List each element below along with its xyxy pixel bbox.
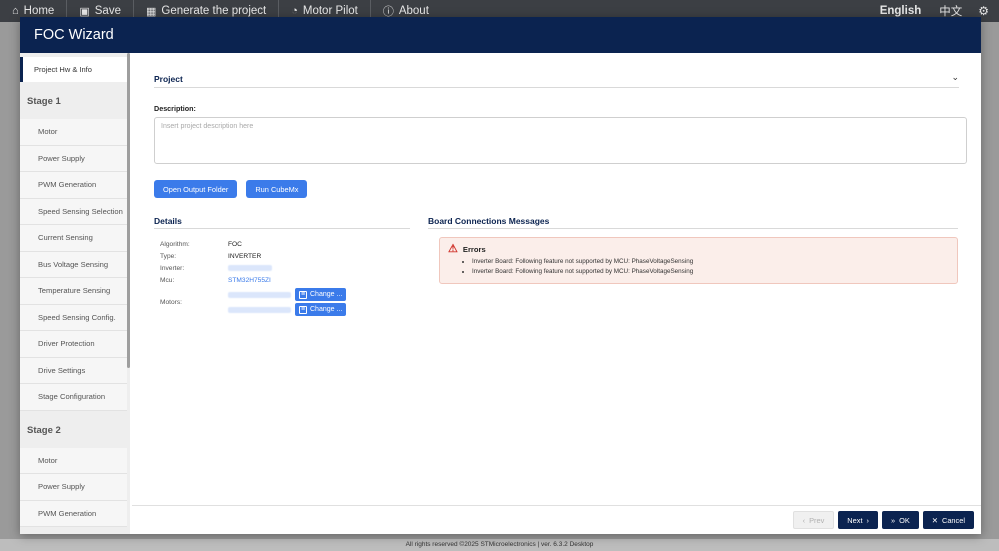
inverter-value-redacted[interactable] bbox=[228, 265, 272, 271]
gauge-icon: ◔ bbox=[291, 5, 298, 17]
sidebar-item-stage1-pwm-generation[interactable]: PWM Generation bbox=[20, 172, 127, 199]
sidebar-item-stage1-motor[interactable]: Motor bbox=[20, 119, 127, 146]
description-label: Description: bbox=[154, 104, 196, 113]
close-icon: ✕ bbox=[931, 515, 938, 525]
algorithm-label: Algorithm: bbox=[160, 240, 190, 248]
list-icon: ≡ bbox=[299, 305, 307, 314]
detail-row-inverter: Inverter: bbox=[160, 262, 410, 274]
gear-icon[interactable]: ⚙ bbox=[972, 4, 999, 18]
errors-title: Errors bbox=[462, 244, 486, 254]
generate-label: Generate the project bbox=[161, 5, 267, 17]
change-motor1-button[interactable]: ≡ Change ... bbox=[295, 288, 347, 301]
ok-label: OK bbox=[899, 515, 910, 525]
save-label: Save bbox=[94, 5, 121, 17]
description-textarea[interactable] bbox=[154, 117, 967, 164]
sidebar-item-stage1-temperature-sensing[interactable]: Temperature Sensing bbox=[20, 278, 127, 305]
errors-box: ⚠ Errors Inverter Board: Following featu… bbox=[439, 237, 958, 284]
cancel-label: Cancel bbox=[941, 515, 965, 525]
detail-row-algorithm: Algorithm: FOC bbox=[160, 238, 410, 250]
generate-icon: ▦ bbox=[145, 5, 157, 18]
sidebar-scrollbar[interactable] bbox=[127, 53, 130, 368]
stage2-title: Stage 2 bbox=[27, 424, 61, 436]
detail-row-type: Type: INVERTER bbox=[160, 250, 410, 262]
project-section-title: Project bbox=[154, 74, 183, 84]
type-label: Type: bbox=[160, 252, 177, 260]
next-label: Next bbox=[847, 515, 863, 525]
home-label: Home bbox=[23, 5, 55, 17]
sidebar-item-stage1-current-sensing[interactable]: Current Sensing bbox=[20, 225, 127, 252]
errors-header: ⚠ Errors bbox=[448, 243, 949, 255]
about-label: About bbox=[398, 5, 429, 17]
inverter-label: Inverter: bbox=[160, 264, 185, 272]
sidebar-item-project-hw-info[interactable]: Project Hw & Info bbox=[20, 57, 127, 82]
sidebar-item-stage1-speed-sensing-config[interactable]: Speed Sensing Config. bbox=[20, 304, 127, 331]
errors-list: Inverter Board: Following feature not su… bbox=[448, 257, 949, 277]
project-actions: Open Output Folder Run CubeMx bbox=[154, 180, 959, 198]
sidebar-item-stage1-bus-voltage-sensing[interactable]: Bus Voltage Sensing bbox=[20, 251, 127, 278]
wizard-footer-bar: ‹ Prev Next › » OK ✕ Cancel bbox=[132, 505, 981, 534]
save-icon: ▣ bbox=[79, 5, 90, 18]
chevron-left-icon: ‹ bbox=[802, 515, 806, 525]
sidebar-item-stage1-driver-protection[interactable]: Driver Protection bbox=[20, 331, 127, 358]
motor-row: ≡ Change ... bbox=[228, 288, 347, 301]
motor1-value-redacted[interactable] bbox=[228, 291, 291, 298]
dialog-title: FOC Wizard bbox=[20, 17, 981, 53]
detail-row-motors: Motors: ≡ Change ... ≡ Change ... bbox=[160, 288, 410, 316]
error-item: Inverter Board: Following feature not su… bbox=[472, 257, 949, 267]
motors-label: Motors: bbox=[160, 298, 182, 306]
sidebar-item-stage1-power-supply[interactable]: Power Supply bbox=[20, 145, 127, 172]
info-columns: Details Algorithm: FOC Type: INVERTER In… bbox=[154, 216, 959, 316]
change-motor2-button[interactable]: ≡ Change ... bbox=[295, 303, 347, 316]
sidebar-item-stage2-pwm-generation[interactable]: PWM Generation bbox=[20, 500, 127, 527]
mcu-label: Mcu: bbox=[160, 276, 175, 284]
stage1-title: Stage 1 bbox=[27, 96, 61, 107]
error-item: Inverter Board: Following feature not su… bbox=[472, 267, 949, 277]
next-button[interactable]: Next › bbox=[838, 511, 878, 529]
warning-icon: ⚠ bbox=[448, 243, 458, 255]
sidebar-item-stage1-drive-settings[interactable]: Drive Settings bbox=[20, 357, 127, 384]
details-list: Algorithm: FOC Type: INVERTER Inverter: bbox=[154, 238, 410, 316]
board-messages-panel: Board Connections Messages ⚠ Errors Inve… bbox=[428, 216, 958, 316]
sidebar-item-stage2-motor[interactable]: Motor bbox=[20, 447, 127, 474]
detail-row-mcu: Mcu: STM32H755ZI bbox=[160, 274, 410, 286]
details-title: Details bbox=[154, 216, 410, 229]
change-motor2-label: Change ... bbox=[310, 306, 343, 313]
motor-list: ≡ Change ... ≡ Change ... bbox=[228, 288, 347, 316]
type-value: INVERTER bbox=[228, 252, 262, 260]
board-messages-title: Board Connections Messages bbox=[428, 216, 958, 229]
sidebar-item-stage1-speed-sensing-selection[interactable]: Speed Sensing Selection bbox=[20, 198, 127, 225]
language-english[interactable]: English bbox=[872, 5, 930, 17]
footer-text: All rights reserved ©2025 STMicroelectro… bbox=[0, 539, 999, 551]
motor-pilot-label: Motor Pilot bbox=[302, 5, 358, 17]
ok-button[interactable]: » OK bbox=[881, 511, 919, 529]
sidebar-item-stage1-stage-configuration[interactable]: Stage Configuration bbox=[20, 384, 127, 411]
change-motor1-label: Change ... bbox=[310, 291, 343, 298]
mcu-value-link[interactable]: STM32H755ZI bbox=[228, 277, 271, 284]
details-panel: Details Algorithm: FOC Type: INVERTER In… bbox=[154, 216, 410, 316]
prev-button[interactable]: ‹ Prev bbox=[792, 511, 835, 529]
motor2-value-redacted[interactable] bbox=[228, 306, 291, 313]
run-cubemx-button[interactable]: Run CubeMx bbox=[246, 180, 308, 198]
chevron-right-icon: › bbox=[866, 515, 869, 525]
chevron-down-icon[interactable]: ⌄ bbox=[951, 72, 959, 83]
algorithm-value: FOC bbox=[228, 240, 242, 248]
wizard-sidebar: Project Hw & Info Stage 1 Motor Power Su… bbox=[20, 53, 130, 534]
open-output-folder-button[interactable]: Open Output Folder bbox=[154, 180, 238, 198]
cancel-button[interactable]: ✕ Cancel bbox=[922, 511, 974, 529]
sidebar-item-stage2-power-supply[interactable]: Power Supply bbox=[20, 474, 127, 501]
prev-label: Prev bbox=[809, 515, 825, 525]
double-chevron-right-icon: » bbox=[890, 515, 896, 525]
wizard-content: Project ⌄ Description: Open Output Folde… bbox=[132, 53, 981, 505]
dialog-body: Project Hw & Info Stage 1 Motor Power Su… bbox=[20, 53, 981, 534]
motor-row: ≡ Change ... bbox=[228, 303, 347, 316]
foc-wizard-dialog: FOC Wizard Project Hw & Info Stage 1 Mot… bbox=[20, 17, 981, 534]
home-icon: ⌂ bbox=[12, 5, 19, 17]
list-icon: ≡ bbox=[299, 290, 307, 299]
project-section-header[interactable]: Project ⌄ bbox=[154, 72, 959, 88]
